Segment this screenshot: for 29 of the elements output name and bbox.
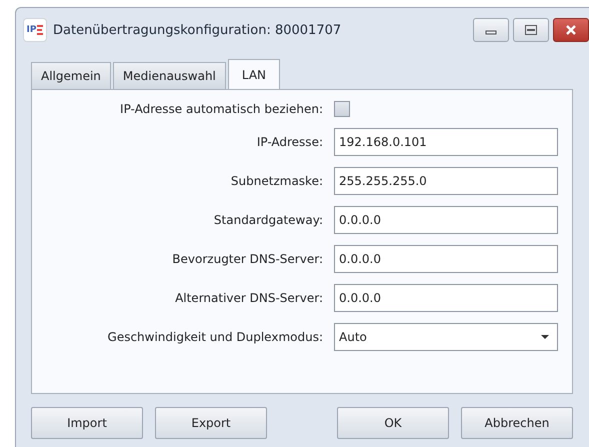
close-button[interactable] bbox=[553, 18, 589, 42]
tab[interactable]: LAN bbox=[228, 59, 280, 89]
input-field[interactable]: 192.168.0.101 bbox=[334, 128, 558, 156]
checkbox[interactable] bbox=[334, 101, 350, 117]
input-field[interactable]: 0.0.0.0 bbox=[334, 206, 558, 234]
input-field[interactable]: 255.255.255.0 bbox=[334, 167, 558, 195]
app-logo: IP bbox=[24, 19, 46, 41]
tab[interactable]: Medienauswahl bbox=[112, 62, 226, 89]
dropdown[interactable]: Auto bbox=[334, 323, 558, 351]
dialog-button[interactable]: OK bbox=[337, 407, 449, 439]
field-label: Geschwindigkeit und Duplexmodus: bbox=[106, 330, 323, 344]
restore-icon bbox=[525, 25, 537, 35]
dialog-button[interactable]: Abbrechen bbox=[461, 407, 573, 439]
field-label: Subnetzmaske: bbox=[230, 174, 323, 188]
close-icon bbox=[565, 25, 577, 35]
minimize-button[interactable] bbox=[473, 18, 509, 42]
field-label: Bevorzugter DNS-Server: bbox=[171, 252, 323, 266]
maximize-button[interactable] bbox=[513, 18, 549, 42]
field-label: IP-Adresse automatisch beziehen: bbox=[119, 102, 323, 116]
input-field[interactable]: 0.0.0.0 bbox=[334, 245, 558, 273]
input-field[interactable]: 0.0.0.0 bbox=[334, 284, 558, 312]
dialog-button[interactable]: Import bbox=[31, 407, 143, 439]
field-label: IP-Adresse: bbox=[256, 135, 323, 149]
window-title: Datenübertragungskonfiguration: 80001707 bbox=[53, 22, 342, 38]
field-label: Alternativer DNS-Server: bbox=[174, 291, 323, 305]
tab[interactable]: Allgemein bbox=[31, 62, 111, 89]
field-label: Standardgateway: bbox=[212, 213, 323, 227]
dialog-button[interactable]: Export bbox=[155, 407, 267, 439]
caret-icon bbox=[541, 335, 549, 339]
